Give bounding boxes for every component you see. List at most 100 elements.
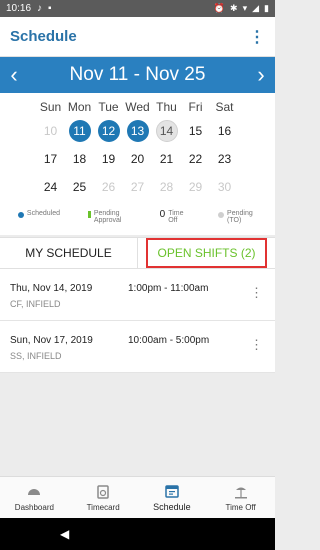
calendar-day-number: 13	[126, 120, 149, 142]
calendar-week: 17 18 19 20 21 22 23	[0, 148, 275, 170]
more-vert-icon[interactable]: ⋮	[249, 27, 265, 47]
back-icon[interactable]: ◀	[60, 527, 69, 541]
music-icon: ♪	[37, 3, 43, 14]
calendar-day-number: 10	[43, 124, 58, 138]
page-title: Schedule	[10, 28, 77, 45]
battery-icon: ▮	[264, 3, 269, 13]
calendar-day-number: 23	[217, 152, 232, 166]
more-vert-icon[interactable]: ⋮	[250, 337, 263, 353]
nav-dashboard[interactable]: Dashboard	[0, 477, 69, 518]
calendar-day[interactable]: 15	[181, 120, 210, 142]
calendar-day-number: 14	[155, 120, 178, 142]
shift-time: 10:00am - 5:00pm	[128, 335, 210, 346]
calendar-day-number: 24	[43, 180, 58, 194]
signal-icon: ◢	[252, 3, 260, 13]
calendar-day[interactable]: 30	[210, 176, 239, 198]
day-of-week-header: Sun Mon Tue Wed Thu Fri Sat	[0, 93, 275, 114]
shift-list: Thu, Nov 14, 2019 1:00pm - 11:00am CF, I…	[0, 269, 275, 373]
calendar-legend: Scheduled Pending Approval 0 Time Off Pe…	[0, 209, 275, 235]
calendar-day[interactable]: 17	[36, 148, 65, 170]
calendar-day-number: 28	[159, 180, 174, 194]
calendar-grid: 10 11 12 13 14 15 16 17 18 19 20 21 22 23 24 25 26 27 28 29…	[0, 120, 275, 198]
shift-location: SS, INFIELD	[10, 351, 62, 361]
calendar-day[interactable]: 18	[65, 148, 94, 170]
status-bar: 10:16 ♪ ▪ ⏰ ✱ ▾ ◢ ▮	[0, 0, 275, 17]
calendar-day-number: 16	[217, 124, 232, 138]
day-of-week-label: Thu	[156, 100, 177, 114]
calendar-day-number: 22	[188, 152, 203, 166]
calendar-day[interactable]: 26	[94, 176, 123, 198]
alarm-icon: ⏰	[213, 3, 226, 13]
calendar-day[interactable]: 14	[152, 120, 181, 142]
more-vert-icon[interactable]: ⋮	[250, 285, 263, 301]
calendar-week: 24 25 26 27 28 29 30	[0, 176, 275, 198]
nav-schedule[interactable]: Schedule	[138, 477, 207, 518]
app-bar: Schedule ⋮	[0, 17, 275, 57]
pending-bar-icon	[87, 211, 91, 218]
calendar-day[interactable]: 21	[152, 148, 181, 170]
calendar-day-number: 15	[188, 124, 203, 138]
gauge-icon	[28, 488, 41, 495]
week-range: Nov 11 - Nov 25	[69, 64, 206, 85]
calendar-day[interactable]: 10	[36, 120, 65, 142]
calendar-day[interactable]: 12	[94, 120, 123, 142]
calendar-icon	[165, 485, 179, 498]
calendar-day-number: 11	[68, 120, 91, 142]
day-of-week-label: Wed	[125, 100, 150, 114]
calendar-day[interactable]: 28	[152, 176, 181, 198]
calendar-day-number: 18	[72, 152, 87, 166]
pending-to-dot-icon	[218, 212, 225, 218]
day-of-week-label: Mon	[67, 100, 92, 114]
calendar-day[interactable]: 11	[65, 120, 94, 142]
schedule-tabs: MY SCHEDULE OPEN SHIFTS (2)	[0, 237, 275, 269]
calendar-day-number: 29	[188, 180, 203, 194]
legend-pending-to: Pending (TO)	[218, 210, 257, 235]
day-of-week-label: Fri	[188, 100, 203, 114]
calendar-day-number: 26	[101, 180, 116, 194]
calendar-day[interactable]: 20	[123, 148, 152, 170]
calendar-day[interactable]: 25	[65, 176, 94, 198]
calendar-day[interactable]: 27	[123, 176, 152, 198]
tab-my-schedule[interactable]: MY SCHEDULE	[0, 238, 138, 268]
calendar-day[interactable]: 23	[210, 148, 239, 170]
bluetooth-icon: ✱	[230, 3, 238, 13]
calendar-day-number: 19	[101, 152, 116, 166]
list-item[interactable]: Sun, Nov 17, 2019 10:00am - 5:00pm SS, I…	[0, 321, 275, 373]
scheduled-dot-icon	[17, 212, 24, 218]
beach-icon	[234, 487, 247, 498]
calendar-day[interactable]: 29	[181, 176, 210, 198]
open-shifts-label: OPEN SHIFTS (2)	[146, 238, 267, 268]
week-selector: ‹ Nov 11 - Nov 25 ›	[0, 57, 275, 93]
calendar-day[interactable]: 13	[123, 120, 152, 142]
calendar-day[interactable]: 24	[36, 176, 65, 198]
day-of-week-label: Sat	[215, 100, 234, 114]
tab-open-shifts[interactable]: OPEN SHIFTS (2)	[138, 238, 275, 268]
chevron-right-icon[interactable]: ›	[253, 64, 269, 86]
calendar-day[interactable]: 19	[94, 148, 123, 170]
day-of-week-label: Sun	[39, 100, 62, 114]
calendar-day[interactable]: 22	[181, 148, 210, 170]
calendar-day-number: 21	[159, 152, 174, 166]
list-item[interactable]: Thu, Nov 14, 2019 1:00pm - 11:00am CF, I…	[0, 269, 275, 321]
legend-time-off: 0 Time Off	[159, 209, 184, 224]
wifi-icon: ▾	[242, 3, 248, 13]
legend-scheduled: Scheduled	[17, 210, 60, 235]
calendar-day[interactable]: 16	[210, 120, 239, 142]
chevron-left-icon[interactable]: ‹	[6, 64, 22, 86]
bottom-nav: Dashboard Timecard Schedule Time Off	[0, 476, 275, 518]
calendar-day-number: 30	[217, 180, 232, 194]
nav-time-off[interactable]: Time Off	[206, 477, 275, 518]
shift-location: CF, INFIELD	[10, 299, 61, 309]
calendar-day-number: 25	[72, 180, 87, 194]
shift-time: 1:00pm - 11:00am	[128, 283, 209, 294]
legend-pending: Pending Approval	[87, 210, 132, 235]
calendar-day-number: 12	[97, 120, 120, 142]
timecard-icon	[97, 484, 109, 499]
status-time: 10:16	[6, 3, 32, 14]
day-of-week-label: Tue	[98, 100, 119, 114]
calendar-week: 10 11 12 13 14 15 16	[0, 120, 275, 142]
nav-timecard[interactable]: Timecard	[69, 477, 138, 518]
image-icon: ▪	[48, 3, 52, 14]
calendar-day-number: 17	[43, 152, 58, 166]
system-nav-bar: ◀	[0, 518, 275, 550]
